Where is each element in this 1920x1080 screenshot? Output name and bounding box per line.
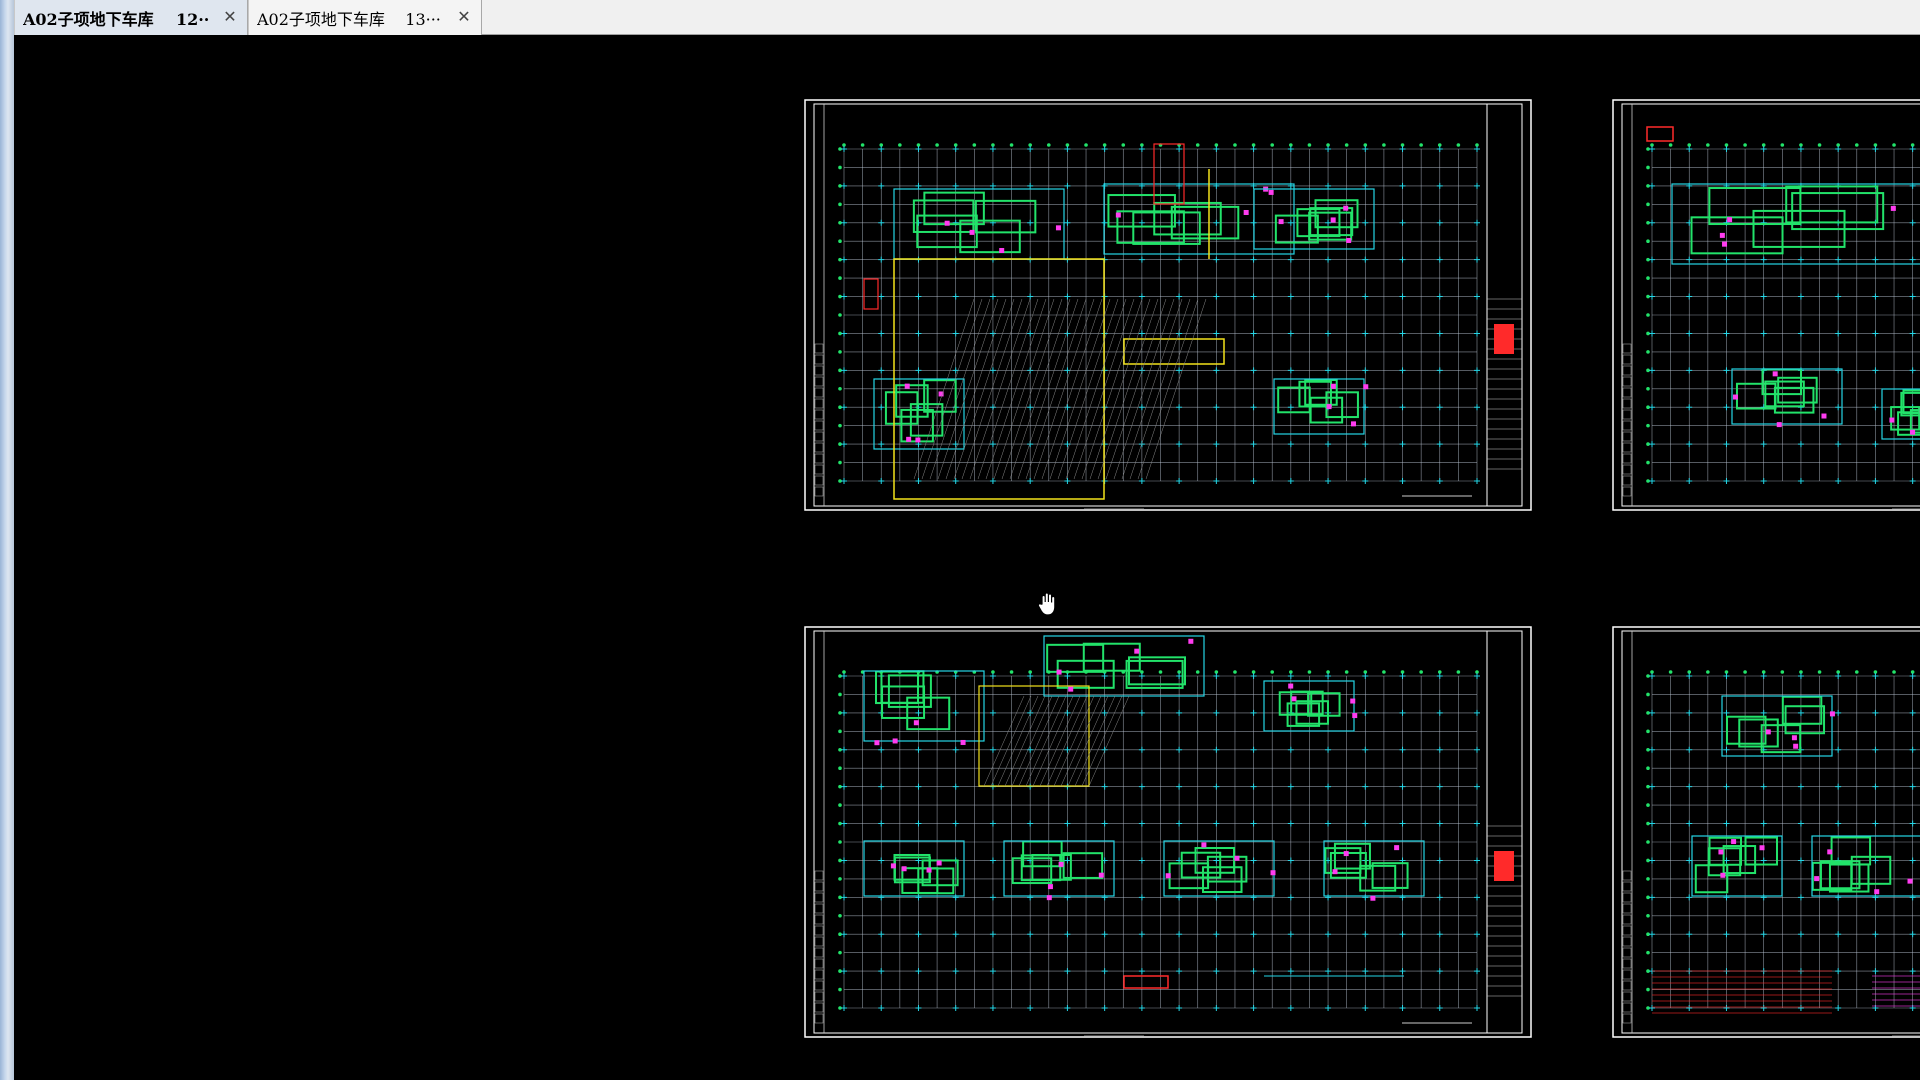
drawing-sheet-graphic bbox=[804, 626, 1532, 1038]
drawing-sheet-1[interactable] bbox=[804, 99, 1532, 511]
close-icon[interactable]: ✕ bbox=[455, 8, 473, 26]
cad-drawing-viewport[interactable] bbox=[14, 35, 1920, 1080]
close-icon[interactable]: ✕ bbox=[221, 8, 239, 26]
drawing-sheet-graphic bbox=[1612, 99, 1920, 511]
drawing-sheet-4[interactable] bbox=[1612, 626, 1920, 1038]
hand-pan-cursor-icon bbox=[1036, 591, 1060, 621]
document-tab-bar: A02子项地下车库 12·· ✕ A02子项地下车库 13··· ✕ bbox=[14, 0, 1920, 35]
tab-label: A02子项地下车库 13··· bbox=[257, 9, 441, 29]
tab-label: A02子项地下车库 12·· bbox=[23, 9, 210, 29]
drawing-sheet-3[interactable] bbox=[804, 626, 1532, 1038]
drawing-sheet-graphic bbox=[804, 99, 1532, 511]
window-left-edge bbox=[0, 0, 14, 1080]
tab-document-12[interactable]: A02子项地下车库 12·· ✕ bbox=[14, 0, 248, 35]
drawing-sheet-graphic bbox=[1612, 626, 1920, 1038]
drawing-sheet-2[interactable] bbox=[1612, 99, 1920, 511]
tab-document-13[interactable]: A02子项地下车库 13··· ✕ bbox=[248, 0, 482, 35]
